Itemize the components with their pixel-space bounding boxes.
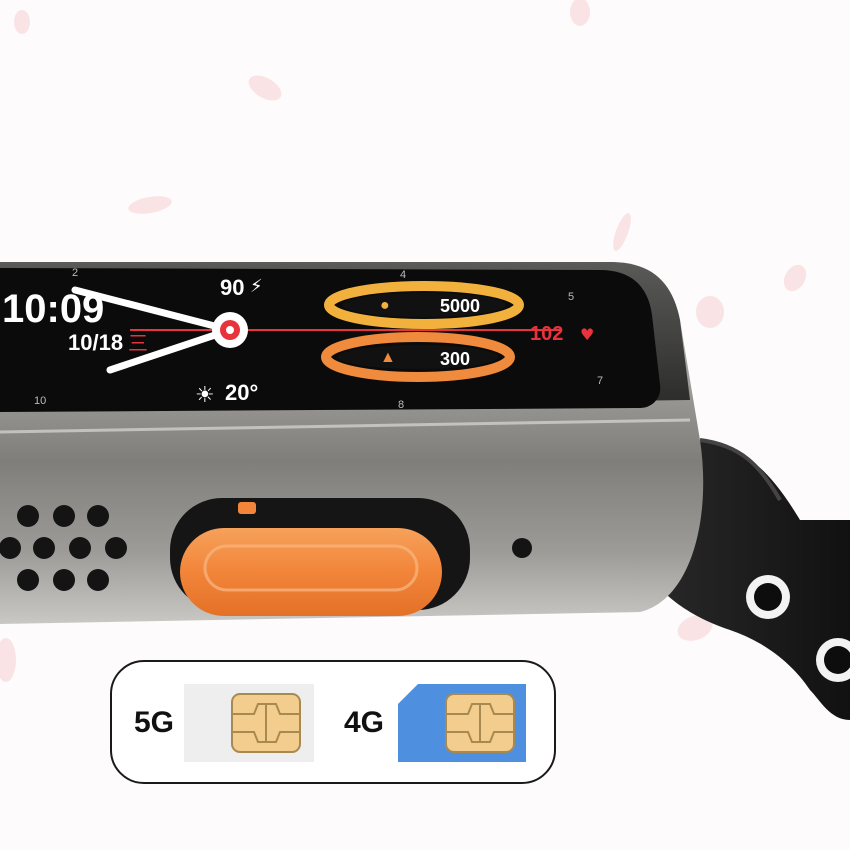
microphone-hole bbox=[512, 538, 532, 558]
time-display: 10:09 bbox=[2, 287, 104, 331]
heart-rate-value: 102 bbox=[530, 323, 563, 345]
dial-number: 7 bbox=[597, 375, 603, 387]
flame-icon: ▲ bbox=[380, 349, 396, 366]
product-scene: 5000 ● 300 ▲ 102 ♥ 10:09 10/18 三 90 ⚡ ☀ … bbox=[0, 0, 850, 850]
sim-card-4g bbox=[398, 684, 526, 762]
sim-comparison-panel: 5G 4G bbox=[110, 660, 556, 784]
calories-value: 300 bbox=[440, 349, 470, 369]
sun-icon: ☀ bbox=[195, 383, 215, 408]
sim-label-5g: 5G bbox=[134, 706, 175, 739]
battery-value: 90 bbox=[220, 275, 244, 300]
sim-label-4g: 4G bbox=[344, 706, 385, 739]
weekday-display: 三 bbox=[128, 331, 148, 355]
dial-number: 5 bbox=[568, 291, 574, 303]
heart-icon: ♥ bbox=[580, 325, 594, 344]
steps-value: 5000 bbox=[440, 296, 480, 316]
date-display: 10/18 bbox=[68, 330, 123, 355]
lightning-icon: ⚡ bbox=[250, 276, 263, 297]
dial-number: 10 bbox=[34, 395, 46, 407]
sim-port bbox=[170, 498, 470, 616]
dial-number: 2 bbox=[72, 267, 78, 279]
dial-number: 8 bbox=[398, 399, 404, 411]
temperature-value: 20° bbox=[225, 380, 258, 405]
dial-number: 4 bbox=[400, 269, 406, 281]
sim-card-5g bbox=[184, 684, 314, 762]
steps-icon: ● bbox=[380, 297, 390, 314]
